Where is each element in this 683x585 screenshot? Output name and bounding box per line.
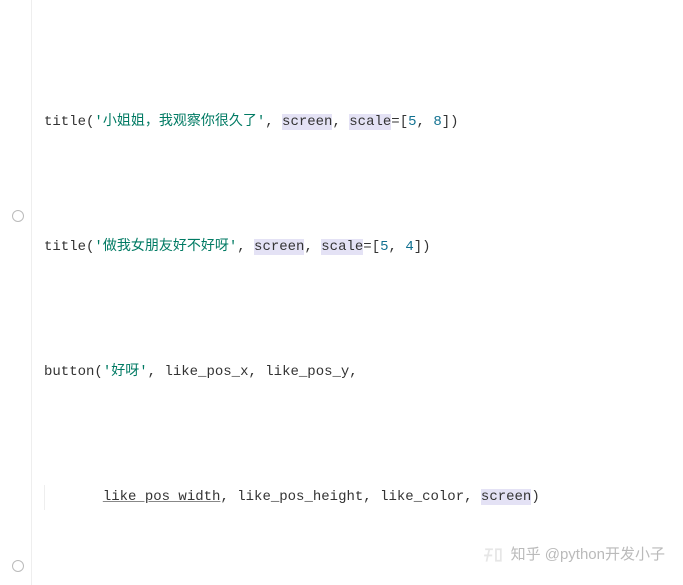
- fold-mark-a[interactable]: [12, 210, 24, 222]
- n: 5: [380, 239, 388, 255]
- code-scroll[interactable]: title('小姐姐，我观察你很久了', screen, scale=[5, 8…: [36, 0, 683, 585]
- id: like_pos_y: [265, 364, 349, 380]
- gutter: [0, 0, 36, 585]
- p: ]: [442, 114, 450, 130]
- id-title: title: [44, 239, 86, 255]
- id-scale: scale: [349, 114, 391, 130]
- id-scale: scale: [321, 239, 363, 255]
- p: ,: [417, 114, 434, 130]
- n: 5: [408, 114, 416, 130]
- editor-root: title('小姐姐，我观察你很久了', screen, scale=[5, 8…: [0, 0, 683, 585]
- id: like_pos_height: [237, 489, 363, 505]
- id-screen: screen: [481, 489, 531, 505]
- p: [: [372, 239, 380, 255]
- code-area[interactable]: title('小姐姐，我观察你很久了', screen, scale=[5, 8…: [36, 0, 683, 585]
- p: =: [391, 114, 399, 130]
- code-line[interactable]: title('做我女朋友好不好呀', screen, scale=[5, 4]): [44, 235, 683, 260]
- n: 8: [433, 114, 441, 130]
- p: ,: [464, 489, 481, 505]
- str: '做我女朋友好不好呀': [94, 239, 237, 255]
- id-screen: screen: [254, 239, 304, 255]
- fold-mark-b[interactable]: [12, 560, 24, 572]
- p: ,: [363, 489, 380, 505]
- id-screen: screen: [282, 114, 332, 130]
- n: 4: [405, 239, 413, 255]
- p: ,: [389, 239, 406, 255]
- p: ,: [265, 114, 282, 130]
- p: =: [363, 239, 371, 255]
- p: ,: [332, 114, 349, 130]
- p: ,: [148, 364, 165, 380]
- id: like_pos_x: [164, 364, 248, 380]
- ws: [44, 489, 103, 505]
- p: [: [400, 114, 408, 130]
- id-title: title: [44, 114, 86, 130]
- p: ): [422, 239, 430, 255]
- p: ,: [220, 489, 237, 505]
- code-line[interactable]: title('小姐姐，我观察你很久了', screen, scale=[5, 8…: [44, 110, 683, 135]
- id: like_color: [380, 489, 464, 505]
- code-line[interactable]: like pos width, like_pos_height, like_co…: [44, 485, 683, 510]
- p: ): [450, 114, 458, 130]
- p: ,: [248, 364, 265, 380]
- p: ,: [237, 239, 254, 255]
- p: ,: [304, 239, 321, 255]
- str: '好呀': [103, 364, 148, 380]
- p: (: [94, 364, 102, 380]
- code-line[interactable]: button('好呀', like_pos_x, like_pos_y,: [44, 360, 683, 385]
- id-button: button: [44, 364, 94, 380]
- p: ]: [414, 239, 422, 255]
- p: ): [531, 489, 539, 505]
- p: ,: [349, 364, 357, 380]
- id-like-pos-width: like pos width: [103, 489, 221, 505]
- str: '小姐姐，我观察你很久了': [94, 114, 265, 130]
